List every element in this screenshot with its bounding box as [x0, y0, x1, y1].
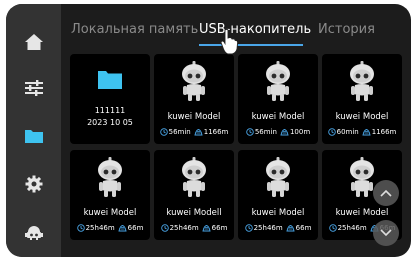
clock-icon	[244, 224, 253, 232]
print-time: 60min	[336, 128, 359, 136]
model-meta: 56min 1166m	[154, 128, 234, 136]
sidebar	[6, 4, 61, 257]
gear-icon	[25, 175, 42, 193]
print-time: 25h46m	[337, 224, 367, 232]
sidebar-item-robot[interactable]	[6, 212, 61, 252]
model-name: kuwei Model	[83, 208, 137, 218]
print-time: 25h46m	[253, 224, 283, 232]
clock-icon	[246, 128, 254, 136]
model-name: kuwei Modell	[166, 208, 222, 218]
filament-icon	[194, 129, 203, 136]
sidebar-item-settings-sliders[interactable]	[6, 68, 61, 108]
scroll-down-button[interactable]	[373, 220, 399, 246]
tab-local-memory[interactable]: Локальная память	[71, 22, 198, 38]
sidebar-item-home[interactable]	[6, 22, 61, 62]
model-thumbnail-icon	[98, 157, 122, 197]
chevron-down-icon	[380, 229, 392, 237]
print-time: 25h46m	[85, 224, 115, 232]
model-name: kuwei Model	[251, 208, 305, 218]
model-name: kuwei Model	[167, 112, 221, 122]
chevron-up-icon	[380, 189, 392, 197]
active-tab-indicator	[199, 44, 303, 46]
filament-length: 66m	[211, 224, 228, 232]
model-name: kuwei Model	[335, 112, 389, 122]
folder-card[interactable]: 111111 2023 10 05	[70, 54, 150, 144]
scroll-up-button[interactable]	[373, 180, 399, 206]
model-meta: 25h46m 66m	[154, 224, 234, 232]
filament-length: 100m	[289, 128, 311, 136]
print-time: 25h46m	[169, 224, 199, 232]
filament-length: 1166m	[371, 128, 397, 136]
filament-length: 66m	[127, 224, 144, 232]
tab-usb-drive[interactable]: USB-накопитель	[199, 22, 311, 38]
model-card[interactable]: kuwei Model 60min 1166m	[322, 54, 402, 144]
model-card[interactable]: kuwei Modell 25h46m 66m	[154, 150, 234, 240]
model-name: kuwei Model	[335, 208, 389, 218]
print-time: 56min	[254, 128, 277, 136]
folder-icon	[98, 71, 122, 89]
filament-icon	[280, 129, 289, 136]
printer-screen: Локальная память USB-накопитель История …	[6, 4, 411, 257]
model-card[interactable]: kuwei Model 56min 100m	[238, 54, 318, 144]
model-meta: 25h46m 66m	[238, 224, 318, 232]
sidebar-item-files[interactable]	[6, 116, 61, 156]
model-thumbnail-icon	[182, 61, 206, 101]
model-thumbnail-icon	[266, 157, 290, 197]
sidebar-item-system[interactable]	[6, 164, 61, 204]
filament-icon	[118, 225, 127, 232]
filament-icon	[202, 225, 211, 232]
clock-icon	[76, 224, 85, 232]
filament-icon	[286, 225, 295, 232]
model-card[interactable]: kuwei Model 25h46m 66m	[238, 150, 318, 240]
print-time: 56min	[168, 128, 191, 136]
folder-name: 111111	[94, 106, 126, 115]
filament-length: 1166m	[203, 128, 229, 136]
folder-date: 2023 10 05	[87, 118, 133, 127]
filament-length: 66m	[295, 224, 312, 232]
model-meta: 25h46m 66m	[70, 224, 150, 232]
clock-icon	[159, 128, 168, 136]
sliders-icon	[24, 80, 43, 96]
clock-icon	[328, 224, 337, 232]
model-meta: 60min 1166m	[322, 128, 402, 136]
model-thumbnail-icon	[182, 157, 206, 197]
model-meta: 56min 100m	[238, 128, 318, 136]
robot-icon	[24, 226, 43, 240]
model-thumbnail-icon	[266, 61, 290, 101]
tab-history[interactable]: История	[318, 22, 375, 38]
folder-icon	[24, 130, 43, 143]
filament-icon	[362, 129, 371, 136]
model-card[interactable]: kuwei Model 56min 1166m	[154, 54, 234, 144]
home-icon	[24, 34, 43, 50]
hand-cursor-icon	[220, 28, 238, 55]
clock-icon	[160, 224, 169, 232]
clock-icon	[327, 128, 336, 136]
model-name: kuwei Model	[251, 112, 305, 122]
model-card[interactable]: kuwei Model 25h46m 66m	[70, 150, 150, 240]
model-thumbnail-icon	[350, 61, 374, 101]
